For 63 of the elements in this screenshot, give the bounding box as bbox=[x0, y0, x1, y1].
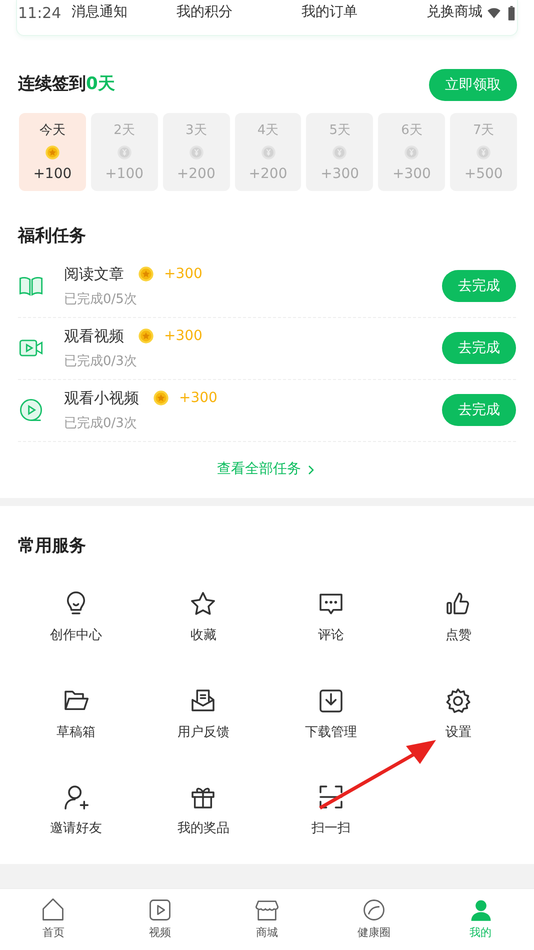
coin-icon bbox=[138, 266, 154, 282]
tab-item[interactable]: 视频 bbox=[106, 889, 214, 950]
day-reward: +200 bbox=[176, 165, 216, 184]
header-link[interactable]: 我的订单 bbox=[267, 0, 392, 35]
star-icon bbox=[189, 590, 218, 618]
task-reward: +300 bbox=[164, 326, 202, 346]
coin-icon bbox=[260, 144, 276, 160]
service-item[interactable]: 下载管理 bbox=[267, 686, 394, 742]
add-user-icon bbox=[62, 783, 90, 811]
service-item[interactable]: 草稿箱 bbox=[12, 686, 140, 742]
day-reward: +300 bbox=[392, 165, 431, 184]
play-circle-icon bbox=[18, 397, 44, 423]
leaf-circle-icon bbox=[360, 897, 387, 923]
header-link[interactable]: 兑换商城 bbox=[392, 0, 517, 35]
scan-icon bbox=[316, 783, 345, 811]
tab-item[interactable]: 健康圈 bbox=[320, 889, 428, 950]
day-reward: +500 bbox=[464, 165, 503, 184]
day-label: 4天 bbox=[257, 122, 279, 140]
day-reward: +100 bbox=[33, 165, 72, 184]
task-reward: +300 bbox=[179, 388, 218, 408]
section-title: 福利任务 bbox=[18, 225, 87, 248]
coin-icon bbox=[332, 144, 348, 160]
section-title: 常用服务 bbox=[18, 534, 87, 558]
day-reward: +200 bbox=[248, 165, 288, 184]
service-item[interactable]: 我的奖品 bbox=[140, 783, 267, 838]
header-link[interactable]: 我的积分 bbox=[142, 0, 267, 35]
battery-icon bbox=[507, 6, 516, 20]
task-name: 阅读文章 bbox=[64, 264, 124, 285]
day-label: 2天 bbox=[114, 122, 135, 140]
coin-icon bbox=[404, 144, 420, 160]
coin-icon bbox=[476, 144, 492, 160]
task-name: 观看视频 bbox=[64, 326, 124, 347]
download-icon bbox=[316, 686, 345, 714]
task-reward: +300 bbox=[164, 264, 202, 284]
service-item[interactable]: 创作中心 bbox=[12, 590, 140, 646]
coin-icon bbox=[138, 328, 154, 344]
service-item[interactable]: 邀请好友 bbox=[12, 783, 140, 838]
service-item[interactable]: 收藏 bbox=[140, 590, 267, 646]
service-item[interactable]: 评论 bbox=[267, 590, 394, 646]
service-item[interactable]: 点赞 bbox=[394, 590, 522, 646]
day-label: 6天 bbox=[401, 122, 422, 140]
coin-icon bbox=[188, 144, 204, 160]
service-item[interactable]: 扫一扫 bbox=[267, 783, 394, 838]
coin-icon bbox=[44, 144, 60, 160]
tab-item[interactable]: 商城 bbox=[214, 889, 320, 950]
coin-icon bbox=[153, 390, 169, 406]
play-icon bbox=[147, 897, 174, 923]
task-name: 观看小视频 bbox=[64, 388, 139, 409]
coin-icon bbox=[116, 144, 132, 160]
wifi-icon bbox=[485, 6, 503, 20]
checkin-title: 连续签到0天 bbox=[18, 73, 115, 96]
service-item[interactable]: 设置 bbox=[394, 686, 522, 742]
home-icon bbox=[40, 897, 66, 923]
day-label: 5天 bbox=[329, 122, 350, 140]
day-label: 7天 bbox=[472, 122, 494, 140]
settings-icon bbox=[444, 686, 472, 714]
tab-item[interactable]: 首页 bbox=[0, 889, 107, 950]
day-reward: +300 bbox=[320, 165, 360, 184]
status-time: 11:24 bbox=[18, 2, 62, 24]
service-item[interactable]: 用户反馈 bbox=[140, 686, 267, 742]
day-label: 今天 bbox=[39, 122, 66, 140]
day-reward: +100 bbox=[105, 165, 144, 184]
day-label: 3天 bbox=[186, 122, 207, 140]
